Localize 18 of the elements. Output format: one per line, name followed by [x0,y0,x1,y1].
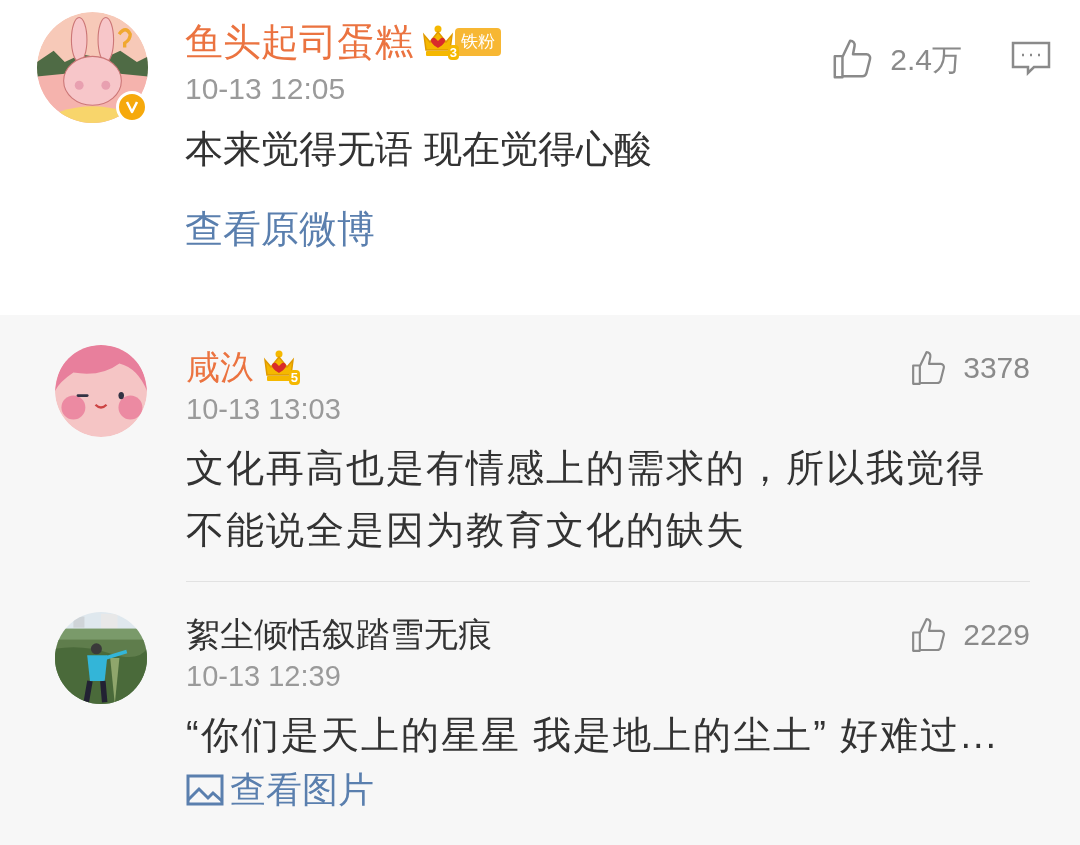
view-image-link[interactable]: 查看图片 [186,766,374,814]
like-count: 2229 [963,617,1030,653]
timestamp: 10-13 13:03 [186,392,342,427]
timestamp: 10-13 12:39 [186,659,342,694]
username[interactable]: 咸汣 [186,345,254,389]
crown-icon [262,349,296,383]
username[interactable]: 絮尘倾恬叙踏雪无痕 [186,612,492,656]
comment-text: 本来觉得无语 现在觉得心酸 [185,127,653,172]
reply-text: “你们是天上的星星 我是地上的尘土” 好难过... [186,713,1000,758]
comment-icon[interactable] [1010,40,1052,78]
view-original-post-link[interactable]: 查看原微博 [185,204,375,254]
timestamp: 10-13 12:05 [185,71,347,107]
username[interactable]: 鱼头起司蛋糕 [185,18,413,66]
reply-text: 文化再高也是有情感上的需求的，所以我觉得不能说全是因为教育文化的缺失 [186,446,987,553]
like-count: 2.4万 [890,41,962,78]
crown-icon [421,24,455,58]
like-count: 3378 [963,350,1030,386]
image-icon [186,774,224,806]
